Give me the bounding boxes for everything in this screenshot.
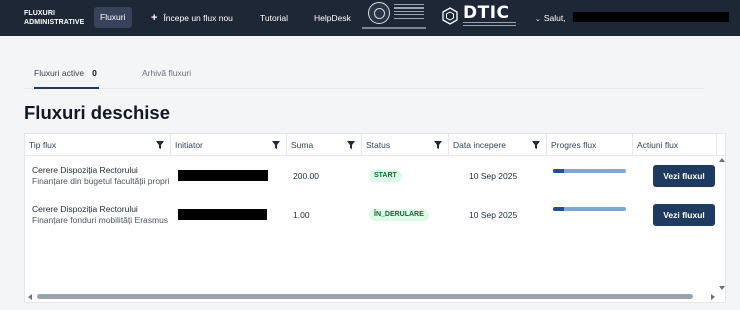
flow-type: Cerere Dispoziția Rectorului (32, 204, 138, 214)
column-header-label: Data incepere (453, 140, 506, 150)
start-date: 10 Sep 2025 (469, 210, 518, 220)
nav-helpdesk[interactable]: HelpDesk (314, 0, 351, 36)
filter-icon[interactable] (156, 141, 164, 149)
table-header-row: Tip flux Initiator Suma Status Data ince… (25, 134, 725, 156)
chevron-down-icon: ⌄ (535, 16, 541, 23)
plus-icon: + (151, 12, 158, 24)
amount: 1.00 (293, 210, 310, 220)
university-seal-logo (368, 2, 390, 24)
dtic-logo-icon (442, 7, 458, 25)
status-badge: ÎN_DERULARE (369, 209, 429, 221)
column-header-suma[interactable]: Suma (287, 134, 362, 156)
view-flow-button[interactable]: Vezi fluxul (653, 204, 715, 226)
app-brand[interactable]: FLUXURI ADMINISTRATIVE (24, 9, 84, 27)
flow-subtype: Finanțare din bugetul facultății proprii (32, 176, 170, 186)
column-header-actiuni: Actiuni flux (633, 134, 717, 156)
column-header-label: Actiuni flux (637, 140, 679, 150)
scroll-up-arrow-icon[interactable] (719, 158, 725, 162)
column-header-initiator[interactable]: Initiator (171, 134, 287, 156)
brand-line-1: FLUXURI (24, 10, 56, 17)
university-logo-caption (362, 27, 426, 29)
tabs-bar: Fluxuri active 0 Arhivă fluxuri (24, 62, 704, 89)
status-badge: START (369, 170, 402, 182)
progress-bar (553, 169, 626, 173)
vertical-scrollbar[interactable] (717, 156, 725, 292)
nav-new-flow[interactable]: + Începe un flux nou (151, 0, 233, 36)
nav-new-flow-label: Începe un flux nou (163, 13, 233, 23)
column-header-label: Initiator (175, 140, 203, 150)
nav-tutorial[interactable]: Tutorial (260, 0, 288, 36)
user-menu[interactable]: ⌄ Salut, (535, 0, 566, 36)
progress-fill (553, 207, 564, 211)
column-header-label: Progres flux (551, 140, 597, 150)
column-header-data-incepere[interactable]: Data incepere (449, 134, 547, 156)
redacted-initiator (178, 209, 267, 220)
table-row: Cerere Dispoziția Rectorului Finanțare d… (25, 156, 717, 195)
column-header-progres: Progres flux (547, 134, 633, 156)
tab-archive-label: Arhivă fluxuri (142, 68, 192, 78)
top-navbar: FLUXURI ADMINISTRATIVE Fluxuri + Începe u… (0, 0, 740, 36)
amount: 200.00 (293, 171, 319, 181)
column-header-status[interactable]: Status (362, 134, 449, 156)
tab-archive[interactable]: Arhivă fluxuri (142, 62, 191, 89)
progress-bar (553, 207, 626, 211)
column-header-label: Status (366, 140, 391, 150)
redacted-initiator (178, 170, 268, 181)
progress-fill (553, 169, 564, 173)
scroll-left-arrow-icon[interactable] (28, 294, 32, 300)
filter-icon[interactable] (272, 141, 280, 149)
flow-subtype: Finanțare fonduri mobilități Erasmus (a (32, 215, 170, 225)
nav-fluxuri[interactable]: Fluxuri (94, 7, 132, 28)
flow-type: Cerere Dispoziția Rectorului (32, 165, 138, 175)
start-date: 10 Sep 2025 (469, 171, 518, 181)
university-name-logo-text (394, 4, 424, 21)
filter-icon[interactable] (434, 141, 442, 149)
dtic-logo-subtitle (463, 22, 516, 28)
scroll-right-arrow-icon[interactable] (711, 294, 715, 300)
tab-active-flows[interactable]: Fluxuri active 0 (34, 62, 99, 89)
table-row: Cerere Dispoziția Rectorului Finanțare f… (25, 195, 717, 234)
redacted-username (573, 12, 729, 22)
dtic-logo-text: DTIC (463, 3, 510, 23)
flows-table: Tip flux Initiator Suma Status Data ince… (24, 133, 726, 303)
tab-active-count: 0 (92, 68, 97, 78)
tab-active-label: Fluxuri active (34, 68, 85, 78)
horizontal-scrollbar[interactable] (25, 292, 725, 302)
column-header-label: Tip flux (29, 140, 57, 150)
page-title: Fluxuri deschise (24, 102, 170, 123)
column-header-tip-flux[interactable]: Tip flux (25, 134, 171, 156)
filter-icon[interactable] (347, 141, 355, 149)
column-header-label: Suma (291, 140, 314, 150)
filter-icon[interactable] (532, 141, 540, 149)
greeting-text: Salut, (543, 13, 566, 23)
view-flow-button[interactable]: Vezi fluxul (653, 165, 715, 187)
brand-line-2: ADMINISTRATIVE (24, 19, 85, 26)
scrollbar-thumb[interactable] (37, 294, 693, 299)
scroll-down-arrow-icon[interactable] (719, 286, 725, 290)
